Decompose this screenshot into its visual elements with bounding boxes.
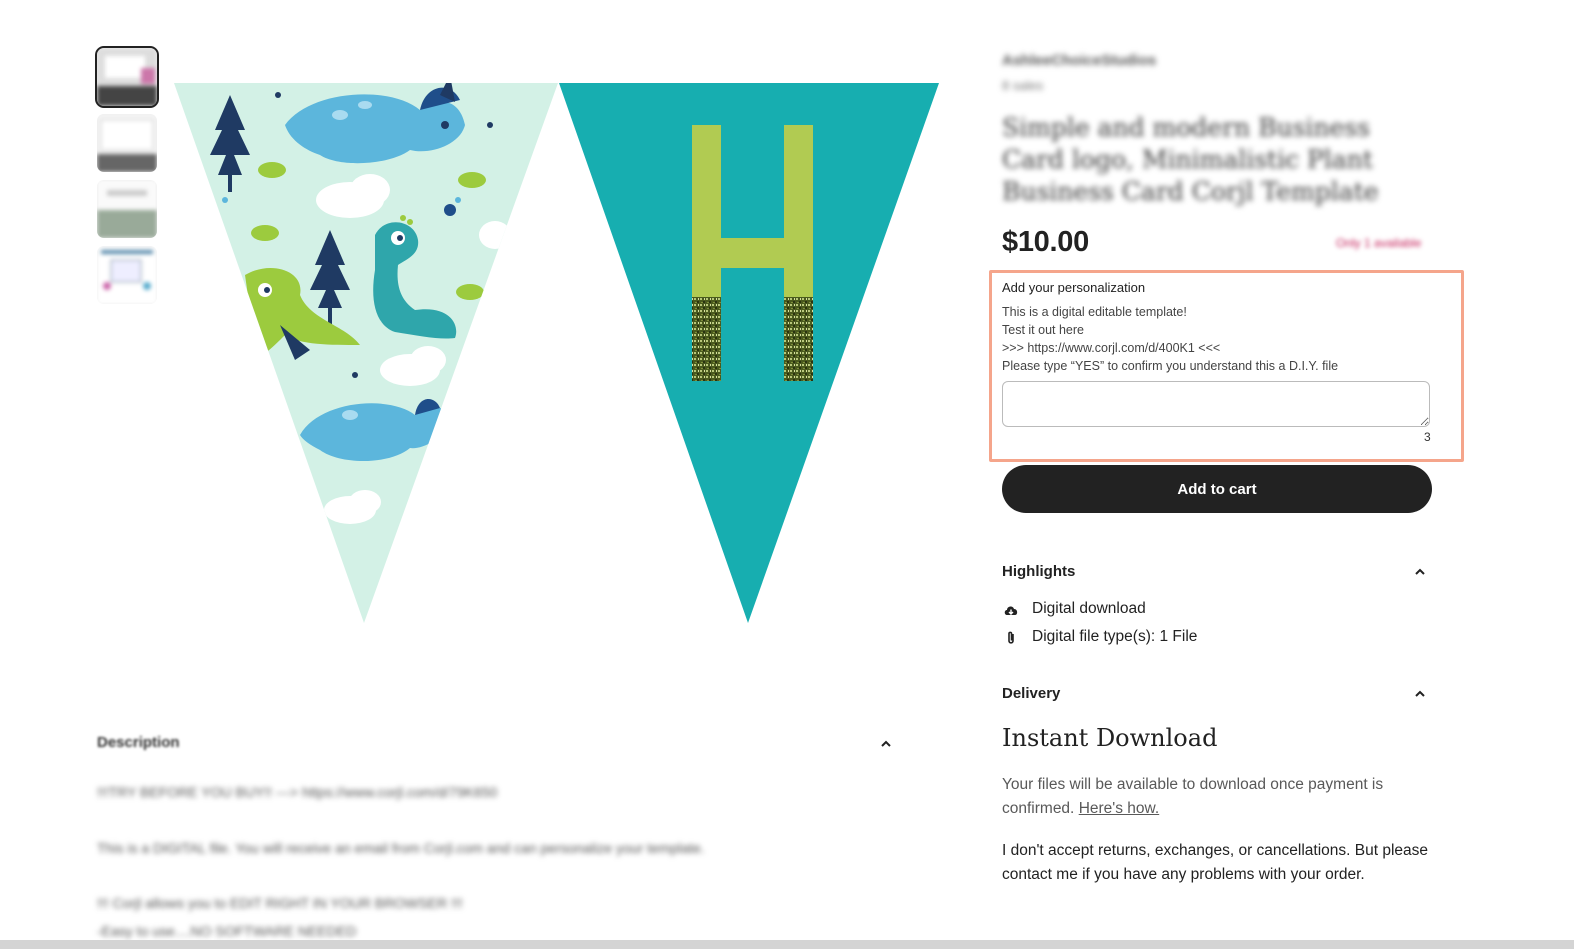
personalization-instruction: Test it out here bbox=[1002, 323, 1084, 337]
thumbnail-2-image bbox=[97, 114, 157, 172]
paperclip-icon bbox=[1008, 631, 1014, 644]
returns-policy: I don't accept returns, exchanges, or ca… bbox=[1002, 842, 1429, 883]
description-line: -Easy to use....NO SOFTWARE NEEDED bbox=[97, 923, 357, 939]
chevron-up-icon[interactable] bbox=[1413, 565, 1427, 579]
highlight-file-type: Digital file type(s): 1 File bbox=[1032, 628, 1198, 645]
personalization-link-text: >>> https://www.corjl.com/d/400K1 <<< bbox=[1002, 341, 1221, 355]
highlight-digital-download: Digital download bbox=[1032, 600, 1146, 617]
listing-title: Simple and modern Business Card logo, Mi… bbox=[1002, 113, 1379, 206]
dinosaur-pennant bbox=[174, 83, 558, 623]
thumbnail-2[interactable] bbox=[97, 114, 157, 172]
thumbnail-1[interactable] bbox=[95, 46, 159, 108]
personalization-instruction: This is a digital editable template! bbox=[1002, 305, 1187, 319]
shop-name[interactable]: AshleeChoiceStudios bbox=[1002, 52, 1156, 69]
delivery-text-body: Your files will be available to download… bbox=[1002, 776, 1384, 817]
product-main-image bbox=[160, 70, 950, 690]
character-counter: 3 bbox=[1424, 430, 1431, 444]
highlights-header[interactable]: Highlights bbox=[1002, 563, 1075, 580]
thumbnail-1-image bbox=[97, 48, 157, 106]
add-to-cart-button[interactable]: Add to cart bbox=[1002, 465, 1432, 513]
cloud-download-icon bbox=[1004, 606, 1018, 615]
delivery-header[interactable]: Delivery bbox=[1002, 685, 1060, 702]
thumbnail-3[interactable] bbox=[97, 180, 157, 238]
stock-badge: Only 1 available bbox=[1336, 236, 1422, 250]
bottom-divider bbox=[0, 940, 1574, 949]
personalization-title: Add your personalization bbox=[1002, 280, 1146, 295]
letter-pennant bbox=[559, 83, 939, 623]
description-line: !!! Corjl allows you to EDIT RIGHT IN YO… bbox=[97, 895, 463, 911]
personalization-instruction: Please type “YES” to confirm you underst… bbox=[1002, 359, 1339, 373]
chevron-up-icon[interactable] bbox=[1413, 687, 1427, 701]
thumbnail-3-image bbox=[97, 180, 157, 238]
chevron-up-icon[interactable] bbox=[879, 737, 893, 751]
description-line: This is a DIGITAL file. You will receive… bbox=[97, 840, 705, 856]
personalization-input[interactable] bbox=[1002, 381, 1430, 427]
thumbnail-4-image bbox=[97, 246, 157, 304]
description-line: !!!TRY BEFORE YOU BUY!! ---> https://www… bbox=[97, 784, 498, 800]
description-header[interactable]: Description bbox=[97, 734, 180, 751]
delivery-heading: Instant Download bbox=[1002, 724, 1218, 752]
delivery-text: Your files will be available to download… bbox=[1002, 773, 1432, 821]
banner-illustration bbox=[174, 83, 939, 623]
heres-how-link[interactable]: Here's how. bbox=[1079, 800, 1160, 817]
thumbnail-4[interactable] bbox=[97, 246, 157, 304]
shop-sales: 8 sales bbox=[1002, 78, 1044, 93]
price: $10.00 bbox=[1002, 226, 1089, 258]
